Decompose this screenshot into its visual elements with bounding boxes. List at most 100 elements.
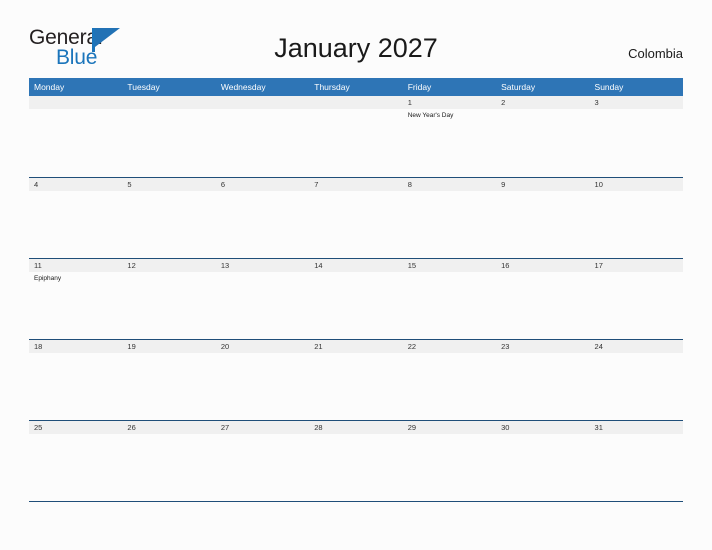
day-number[interactable]: 29 xyxy=(403,421,496,434)
day-number[interactable]: 14 xyxy=(309,259,402,272)
day-cell[interactable] xyxy=(122,272,215,339)
weekday-header-tuesday: Tuesday xyxy=(127,82,160,92)
day-cell[interactable] xyxy=(590,191,683,258)
weekday-header-friday: Friday xyxy=(407,82,432,92)
calendar-week-row: 11 12 13 14 15 16 17 Epiphany xyxy=(29,258,683,339)
day-number[interactable]: 18 xyxy=(29,340,122,353)
day-number xyxy=(216,96,309,109)
day-number[interactable]: 4 xyxy=(29,178,122,191)
day-number[interactable]: 12 xyxy=(122,259,215,272)
day-cell[interactable] xyxy=(309,272,402,339)
day-number[interactable]: 3 xyxy=(590,96,683,109)
day-cell[interactable] xyxy=(122,109,215,176)
day-cell[interactable] xyxy=(29,191,122,258)
day-number[interactable]: 5 xyxy=(122,178,215,191)
day-cell[interactable] xyxy=(309,191,402,258)
page-header: General Blue January 2027 Colombia xyxy=(0,0,712,78)
week-event-band xyxy=(29,353,683,420)
day-number[interactable]: 23 xyxy=(496,340,589,353)
day-number[interactable]: 17 xyxy=(590,259,683,272)
day-cell[interactable] xyxy=(590,434,683,501)
day-number[interactable]: 1 xyxy=(403,96,496,109)
day-number[interactable]: 8 xyxy=(403,178,496,191)
day-number xyxy=(122,96,215,109)
day-number[interactable]: 22 xyxy=(403,340,496,353)
page-title: January 2027 xyxy=(274,33,438,63)
week-event-band: Epiphany xyxy=(29,272,683,339)
day-number[interactable]: 15 xyxy=(403,259,496,272)
day-number[interactable]: 25 xyxy=(29,421,122,434)
day-cell[interactable]: New Year's Day xyxy=(403,109,496,176)
day-cell[interactable] xyxy=(29,434,122,501)
week-date-band: 123 xyxy=(29,96,683,109)
day-cell[interactable] xyxy=(496,109,589,176)
day-number xyxy=(29,96,122,109)
day-cell[interactable] xyxy=(122,434,215,501)
weekday-header-sunday: Sunday xyxy=(594,82,624,92)
calendar-week-row: 25 26 27 28 29 30 31 xyxy=(29,420,683,501)
day-cell[interactable] xyxy=(122,353,215,420)
day-number[interactable]: 19 xyxy=(122,340,215,353)
day-number[interactable]: 2 xyxy=(496,96,589,109)
day-number[interactable]: 7 xyxy=(309,178,402,191)
day-cell[interactable] xyxy=(403,191,496,258)
week-date-band: 11 12 13 14 15 16 17 xyxy=(29,258,683,272)
day-cell[interactable] xyxy=(29,353,122,420)
week-date-band: 25 26 27 28 29 30 31 xyxy=(29,420,683,434)
calendar-week-row: 1 2 3 New Year's Day xyxy=(29,96,683,177)
day-number[interactable]: 13 xyxy=(216,259,309,272)
day-number[interactable]: 21 xyxy=(309,340,402,353)
week-event-band xyxy=(29,191,683,258)
holiday-event: Epiphany xyxy=(34,275,62,282)
calendar-week-row: 18 19 20 21 22 23 24 xyxy=(29,339,683,420)
day-cell[interactable] xyxy=(590,353,683,420)
day-cell[interactable] xyxy=(590,272,683,339)
day-number[interactable]: 16 xyxy=(496,259,589,272)
day-number[interactable]: 24 xyxy=(590,340,683,353)
day-cell[interactable] xyxy=(122,191,215,258)
calendar-grid: Monday Tuesday Wednesday Thursday Friday… xyxy=(29,78,683,501)
day-number[interactable]: 20 xyxy=(216,340,309,353)
day-cell[interactable] xyxy=(216,353,309,420)
day-number[interactable]: 27 xyxy=(216,421,309,434)
day-cell[interactable] xyxy=(403,434,496,501)
weekday-header-wednesday: Wednesday xyxy=(220,82,266,92)
weekday-header-monday: Monday xyxy=(34,82,65,92)
week-event-band: New Year's Day xyxy=(29,109,683,176)
day-cell[interactable] xyxy=(216,191,309,258)
day-number[interactable]: 28 xyxy=(309,421,402,434)
day-cell[interactable] xyxy=(216,272,309,339)
day-cell[interactable] xyxy=(29,109,122,176)
day-cell[interactable] xyxy=(309,109,402,176)
day-number[interactable]: 30 xyxy=(496,421,589,434)
calendar-bottom-rule xyxy=(29,501,683,502)
day-cell[interactable] xyxy=(216,109,309,176)
week-date-band: 18 19 20 21 22 23 24 xyxy=(29,339,683,353)
holiday-event: New Year's Day xyxy=(407,112,454,119)
day-cell[interactable] xyxy=(309,353,402,420)
week-date-band: 4 5 6 7 8 9 10 xyxy=(29,177,683,191)
day-cell[interactable] xyxy=(309,434,402,501)
day-cell[interactable] xyxy=(496,272,589,339)
day-number[interactable]: 9 xyxy=(496,178,589,191)
calendar-week-row: 4 5 6 7 8 9 10 xyxy=(29,177,683,258)
day-cell[interactable] xyxy=(403,353,496,420)
weekday-header-row: Monday Tuesday Wednesday Thursday Friday… xyxy=(29,78,683,96)
day-cell[interactable]: Epiphany xyxy=(29,272,122,339)
day-number[interactable]: 6 xyxy=(216,178,309,191)
weekday-header-thursday: Thursday xyxy=(314,82,350,92)
day-number[interactable]: 11 xyxy=(29,259,122,272)
day-cell[interactable] xyxy=(496,353,589,420)
day-cell[interactable] xyxy=(216,434,309,501)
day-cell[interactable] xyxy=(496,191,589,258)
calendar-weeks: 1 2 3 New Year's Day 4 5 6 7 8 9 10 11 12 13 14 15 16 17 E… xyxy=(29,96,683,501)
day-cell[interactable] xyxy=(496,434,589,501)
day-number[interactable]: 31 xyxy=(590,421,683,434)
week-event-band xyxy=(29,434,683,501)
weekday-header-saturday: Saturday xyxy=(501,82,536,92)
day-number[interactable]: 10 xyxy=(590,178,683,191)
day-number xyxy=(309,96,402,109)
day-number[interactable]: 26 xyxy=(122,421,215,434)
day-cell[interactable] xyxy=(403,272,496,339)
day-cell[interactable] xyxy=(590,109,683,176)
